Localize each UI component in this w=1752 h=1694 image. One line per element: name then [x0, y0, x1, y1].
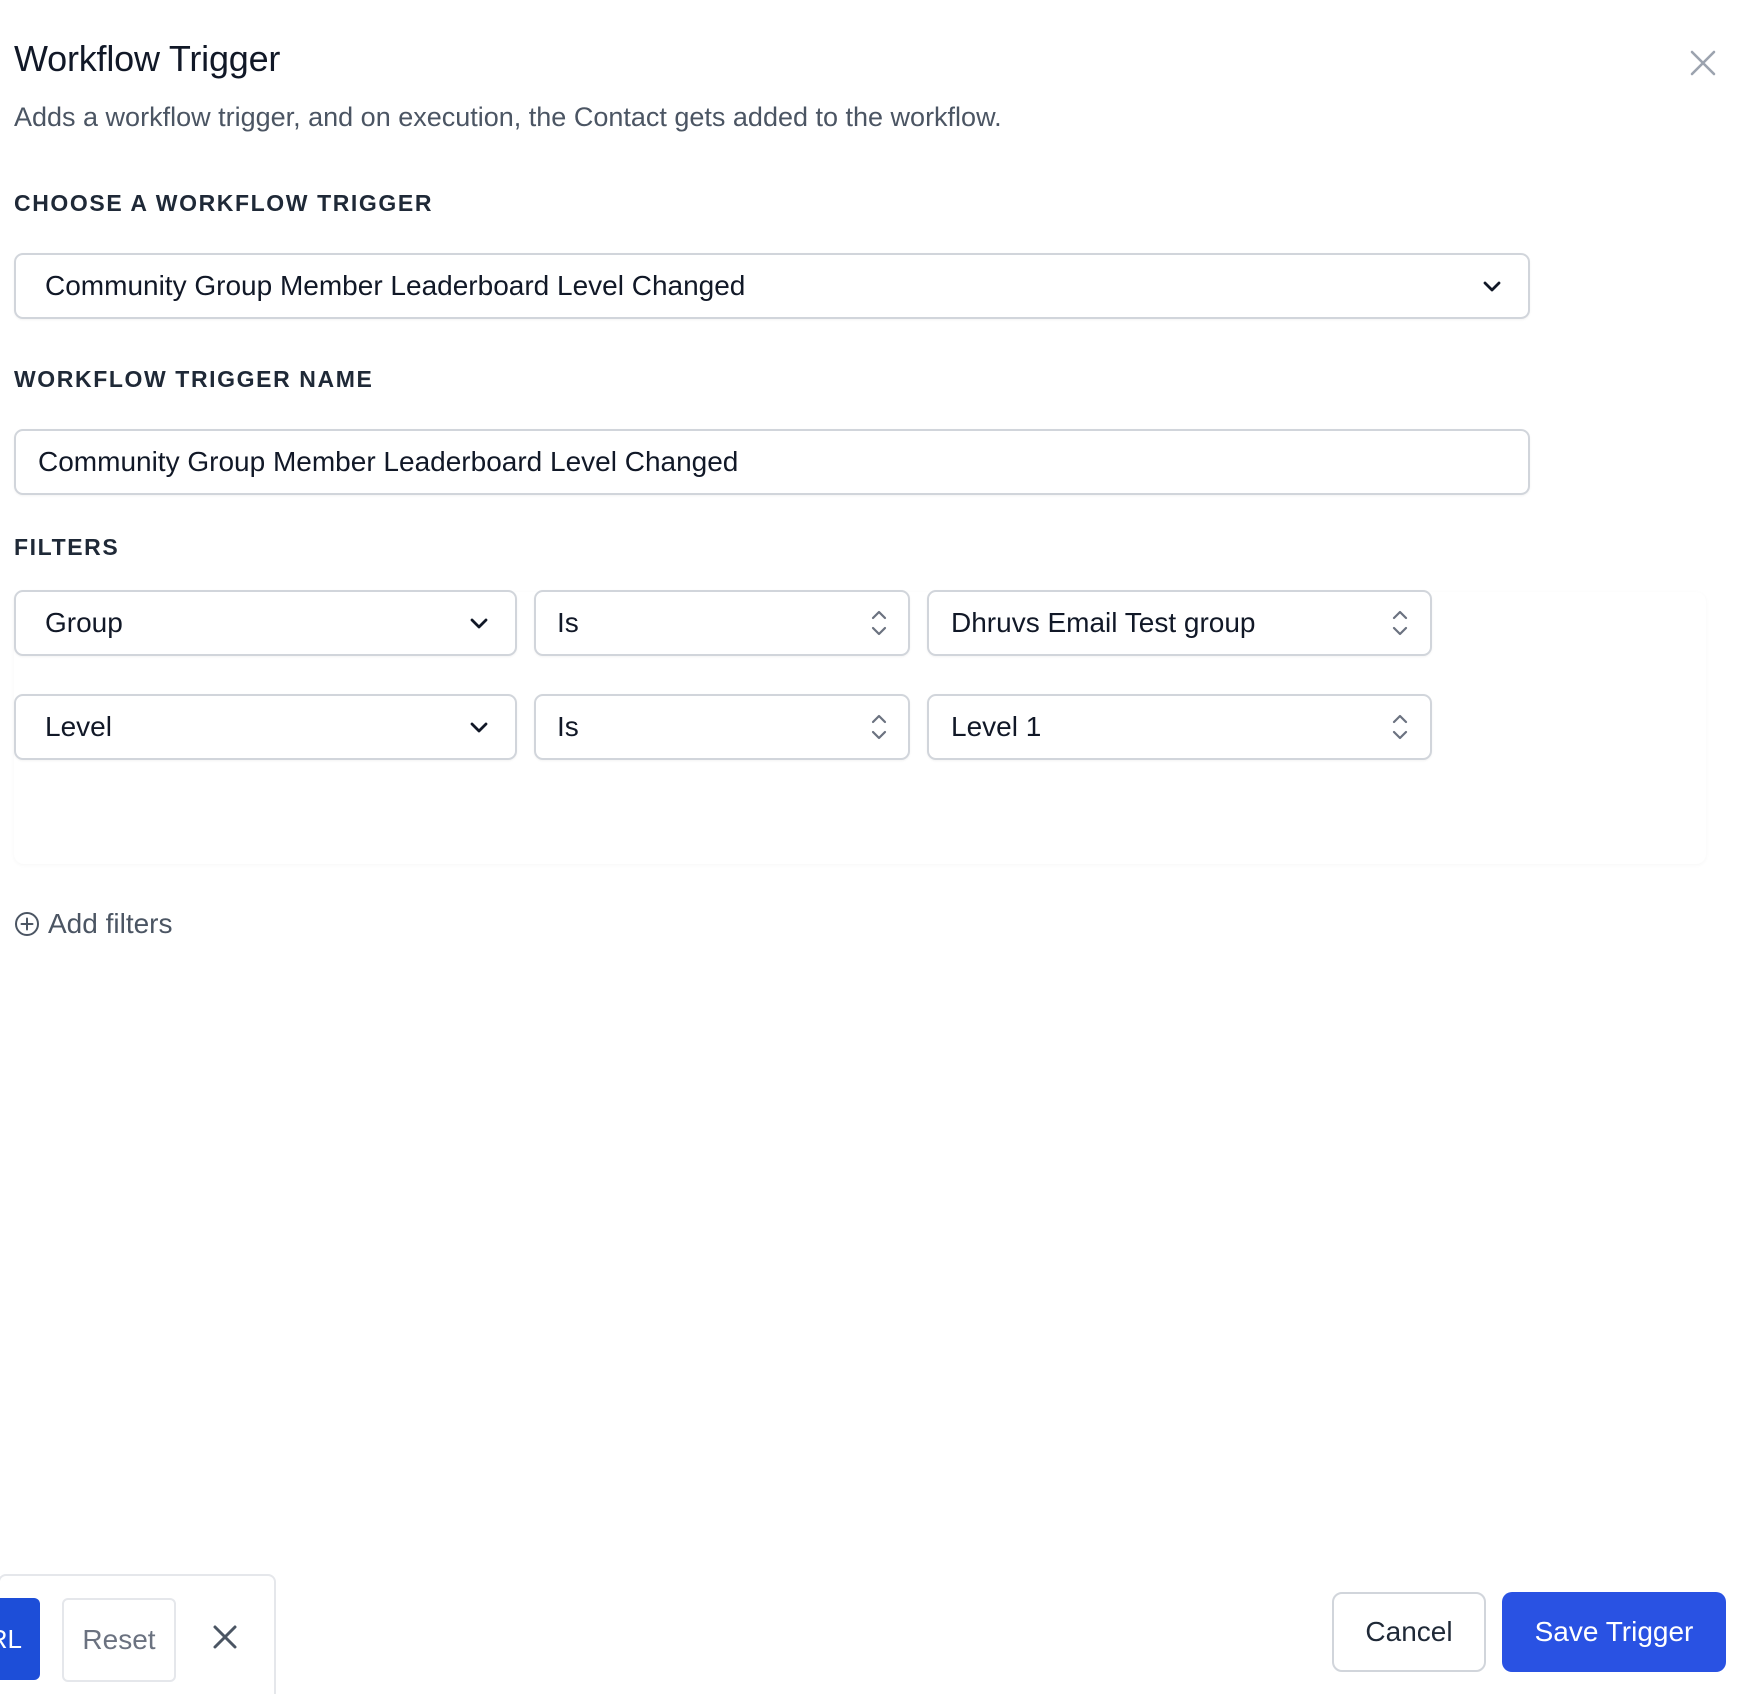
reset-button-label: Reset — [82, 1624, 156, 1655]
chevron-down-icon — [1483, 281, 1501, 292]
url-button-label: RL — [0, 1623, 22, 1654]
workflow-trigger-modal: Workflow Trigger Adds a workflow trigger… — [0, 0, 1752, 1694]
add-filters-button[interactable]: Add filters — [14, 908, 173, 940]
close-modal-button[interactable] — [1684, 44, 1722, 82]
filter-operator-value: Is — [557, 711, 579, 742]
filters-label: FILTERS — [14, 534, 120, 560]
trigger-name-input[interactable]: Community Group Member Leaderboard Level… — [14, 429, 1530, 495]
chevron-down-icon — [470, 618, 488, 629]
trigger-name-value: Community Group Member Leaderboard Level… — [38, 446, 739, 477]
chevron-down-icon — [470, 722, 488, 733]
trigger-select-value: Community Group Member Leaderboard Level… — [45, 270, 746, 301]
close-icon — [1690, 50, 1716, 76]
modal-title: Workflow Trigger — [14, 38, 281, 79]
modal-subtitle: Adds a workflow trigger, and on executio… — [14, 102, 1002, 132]
trigger-name-label: WORKFLOW TRIGGER NAME — [14, 366, 374, 392]
reset-button[interactable]: Reset — [62, 1598, 176, 1682]
chevron-up-down-icon — [871, 714, 887, 740]
filter-field-value: Group — [45, 607, 123, 638]
trigger-select[interactable]: Community Group Member Leaderboard Level… — [14, 253, 1530, 319]
url-button[interactable]: RL — [0, 1598, 40, 1680]
filter-value-value: Dhruvs Email Test group — [951, 607, 1256, 638]
plus-circle-icon — [15, 912, 39, 936]
close-icon — [213, 1625, 237, 1649]
filter-value-value: Level 1 — [951, 711, 1042, 742]
filter-value-select[interactable]: Dhruvs Email Test group — [927, 590, 1432, 656]
filter-value-select[interactable]: Level 1 — [927, 694, 1432, 760]
add-filters-label: Add filters — [48, 908, 173, 939]
save-trigger-button-label: Save Trigger — [1534, 1616, 1694, 1647]
filter-operator-value: Is — [557, 607, 579, 638]
filter-operator-select[interactable]: Is — [534, 590, 910, 656]
trigger-select-label: CHOOSE A WORKFLOW TRIGGER — [14, 190, 434, 216]
filter-field-select[interactable]: Level — [14, 694, 517, 760]
filter-field-select[interactable]: Group — [14, 590, 517, 656]
save-trigger-button[interactable]: Save Trigger — [1502, 1592, 1726, 1672]
filter-operator-select[interactable]: Is — [534, 694, 910, 760]
chevron-up-down-icon — [871, 610, 887, 636]
chevron-up-down-icon — [1392, 714, 1408, 740]
cancel-button[interactable]: Cancel — [1332, 1592, 1486, 1672]
cancel-button-label: Cancel — [1365, 1616, 1453, 1647]
filter-field-value: Level — [45, 711, 112, 742]
chevron-up-down-icon — [1392, 610, 1408, 636]
toolbar-close-button[interactable] — [208, 1620, 242, 1654]
